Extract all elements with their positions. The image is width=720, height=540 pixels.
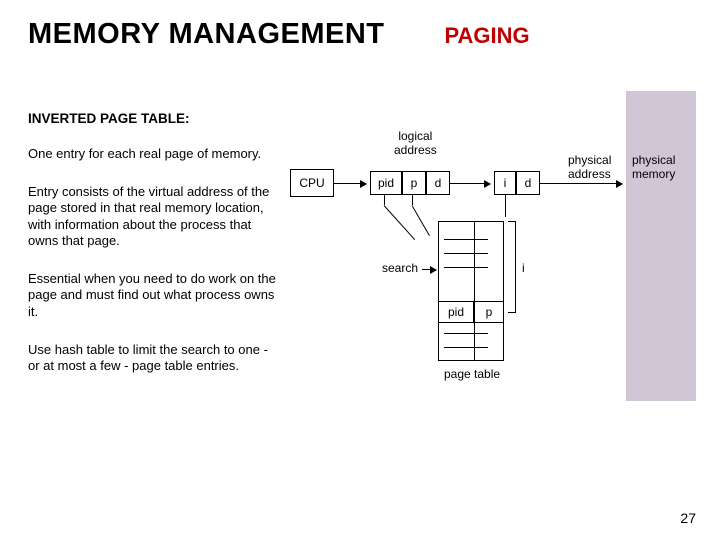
pt-line-3: [444, 267, 488, 268]
line-p-down: [412, 195, 413, 205]
physical-d-cell: d: [516, 171, 540, 195]
text-column: INVERTED PAGE TABLE: One entry for each …: [28, 111, 278, 421]
slide-header: MEMORY MANAGEMENT PAGING: [28, 18, 692, 51]
label-page-table: page table: [444, 367, 500, 381]
cpu-label: CPU: [299, 176, 324, 190]
cpu-box: CPU: [290, 169, 334, 197]
diag-3: [516, 217, 517, 218]
paragraph-1: One entry for each real page of memory.: [28, 146, 278, 162]
pt-line-5: [444, 347, 488, 348]
label-physical-address: physical address: [568, 153, 611, 181]
label-physical-memory: physical memory: [632, 153, 675, 181]
pt-line-1: [444, 239, 488, 240]
paragraph-4: Use hash table to limit the search to on…: [28, 342, 278, 375]
arrow-physical-to-memory: [540, 183, 622, 184]
match-p-cell: p: [474, 301, 504, 323]
match-pid-cell: pid: [438, 301, 474, 323]
label-logical-address: logical address: [394, 129, 437, 157]
page-table-divider: [474, 221, 475, 361]
arrow-search-to-table: [422, 269, 436, 270]
physical-i-cell: i: [494, 171, 516, 195]
label-search: search: [382, 261, 418, 275]
pt-line-4: [444, 333, 488, 334]
title-sub: PAGING: [445, 23, 530, 49]
line-pid-down: [384, 195, 385, 205]
paragraph-3: Essential when you need to do work on th…: [28, 271, 278, 320]
subtitle: INVERTED PAGE TABLE:: [28, 111, 278, 128]
logical-d-cell: d: [426, 171, 450, 195]
line-match-to-i-v: [505, 195, 506, 217]
paragraph-2: Entry consists of the virtual address of…: [28, 184, 278, 249]
bracket-i: [508, 221, 516, 313]
logical-pid-cell: pid: [370, 171, 402, 195]
page-number: 27: [680, 510, 696, 526]
label-i-bracket: i: [522, 261, 525, 275]
page-table-box: [438, 221, 504, 361]
title-main: MEMORY MANAGEMENT: [28, 18, 385, 51]
arrow-logical-to-physical: [450, 183, 490, 184]
diagram: physical memory CPU logical address pid …: [284, 111, 692, 421]
logical-p-cell: p: [402, 171, 426, 195]
physical-memory-block: [626, 91, 696, 401]
diag-1: [384, 205, 416, 240]
diag-2: [412, 205, 430, 236]
pt-line-2: [444, 253, 488, 254]
arrow-cpu-to-logical: [334, 183, 366, 184]
